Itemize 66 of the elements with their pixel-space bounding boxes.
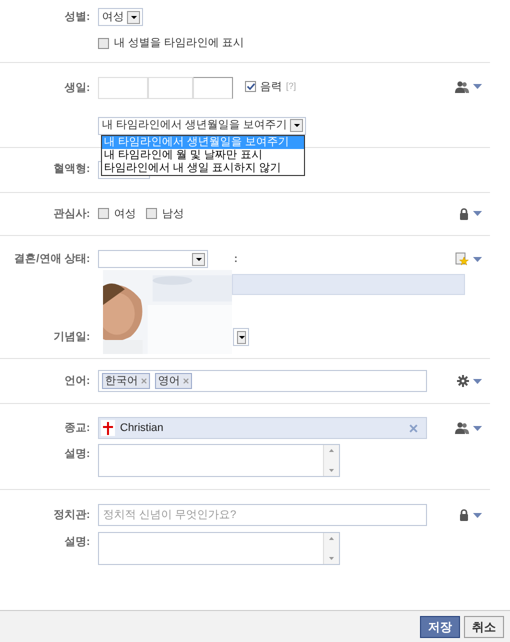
checkbox[interactable] [98,208,109,220]
scroll-down-icon[interactable] [329,557,334,560]
lock-icon [459,509,469,521]
religion-value: Christian [120,420,164,436]
remove-icon[interactable] [409,424,418,432]
caret-icon [473,84,482,89]
checkmark-icon [246,83,254,90]
field-label: 관심사: [52,206,90,222]
dropdown-option[interactable]: 타임라인에서 내 생일 표시하지 않기 [102,162,304,174]
star-document-icon [455,252,469,266]
field-label: 혈액형: [52,162,90,178]
field-label: 언어: [63,374,90,389]
scroll-up-icon[interactable] [329,537,334,540]
friends-icon [455,80,469,92]
field-label: 설명: [63,535,90,550]
textarea[interactable] [98,532,340,565]
checkbox-label: 내 성별을 타임라인에 표시 [114,36,244,51]
field-label: 기념일: [52,330,90,345]
select[interactable]: 여성 [98,8,143,26]
audience-selector[interactable] [459,208,482,220]
lock-icon [459,208,469,220]
form-button[interactable]: 취소 [464,616,504,638]
checkbox-label: 남성 [162,206,184,222]
textarea[interactable] [98,444,340,477]
token[interactable]: 한국어 [102,373,150,389]
field-label: 설명: [63,447,90,462]
select[interactable]: 내 타임라인에서 생년월일을 보여주기 [98,116,306,134]
caret-icon [473,512,482,518]
dropdown-option[interactable]: 내 타임라인에 월 및 날짜만 표시 [102,148,304,162]
year-field[interactable] [193,76,233,98]
form-button[interactable]: 저장 [420,616,460,638]
remove-icon[interactable] [141,378,147,384]
field-label: 종교: [63,420,90,436]
cross-icon [101,420,115,436]
month-field[interactable] [98,76,148,98]
token[interactable]: 영어 [155,373,192,389]
field-label: 정치관: [52,508,90,523]
audience-selector[interactable] [455,422,482,434]
checkbox-label: 여성 [114,206,136,222]
checkbox[interactable] [245,81,256,92]
field-label: : [234,252,238,267]
checkbox[interactable] [98,38,109,49]
partner-field[interactable] [232,274,465,295]
checkbox[interactable] [146,208,157,220]
audience-selector[interactable] [457,375,482,387]
scroll-down-icon[interactable] [329,469,334,472]
audience-selector[interactable] [459,509,482,521]
input-field[interactable]: 정치적 신념이 무엇인가요? [98,504,427,526]
caret-icon [473,256,482,262]
caret-icon [473,211,482,216]
select[interactable] [233,328,249,346]
audience-selector[interactable] [455,80,482,92]
token-field[interactable]: 한국어 영어 [98,370,427,392]
field-label: 결혼/연애 상태: [13,252,90,267]
settings-icon [457,375,469,387]
remove-icon[interactable] [183,378,189,384]
checkbox-label: 음력 [260,80,282,94]
audience-selector[interactable] [455,252,482,266]
field-label: 성별: [63,10,90,25]
friends-icon [455,422,469,434]
religion-field[interactable]: Christian [98,417,427,439]
day-field[interactable] [148,76,193,98]
scroll-up-icon[interactable] [329,449,334,452]
caret-icon [473,378,482,384]
caret-icon [473,426,482,430]
field-label: 생일: [63,80,90,96]
